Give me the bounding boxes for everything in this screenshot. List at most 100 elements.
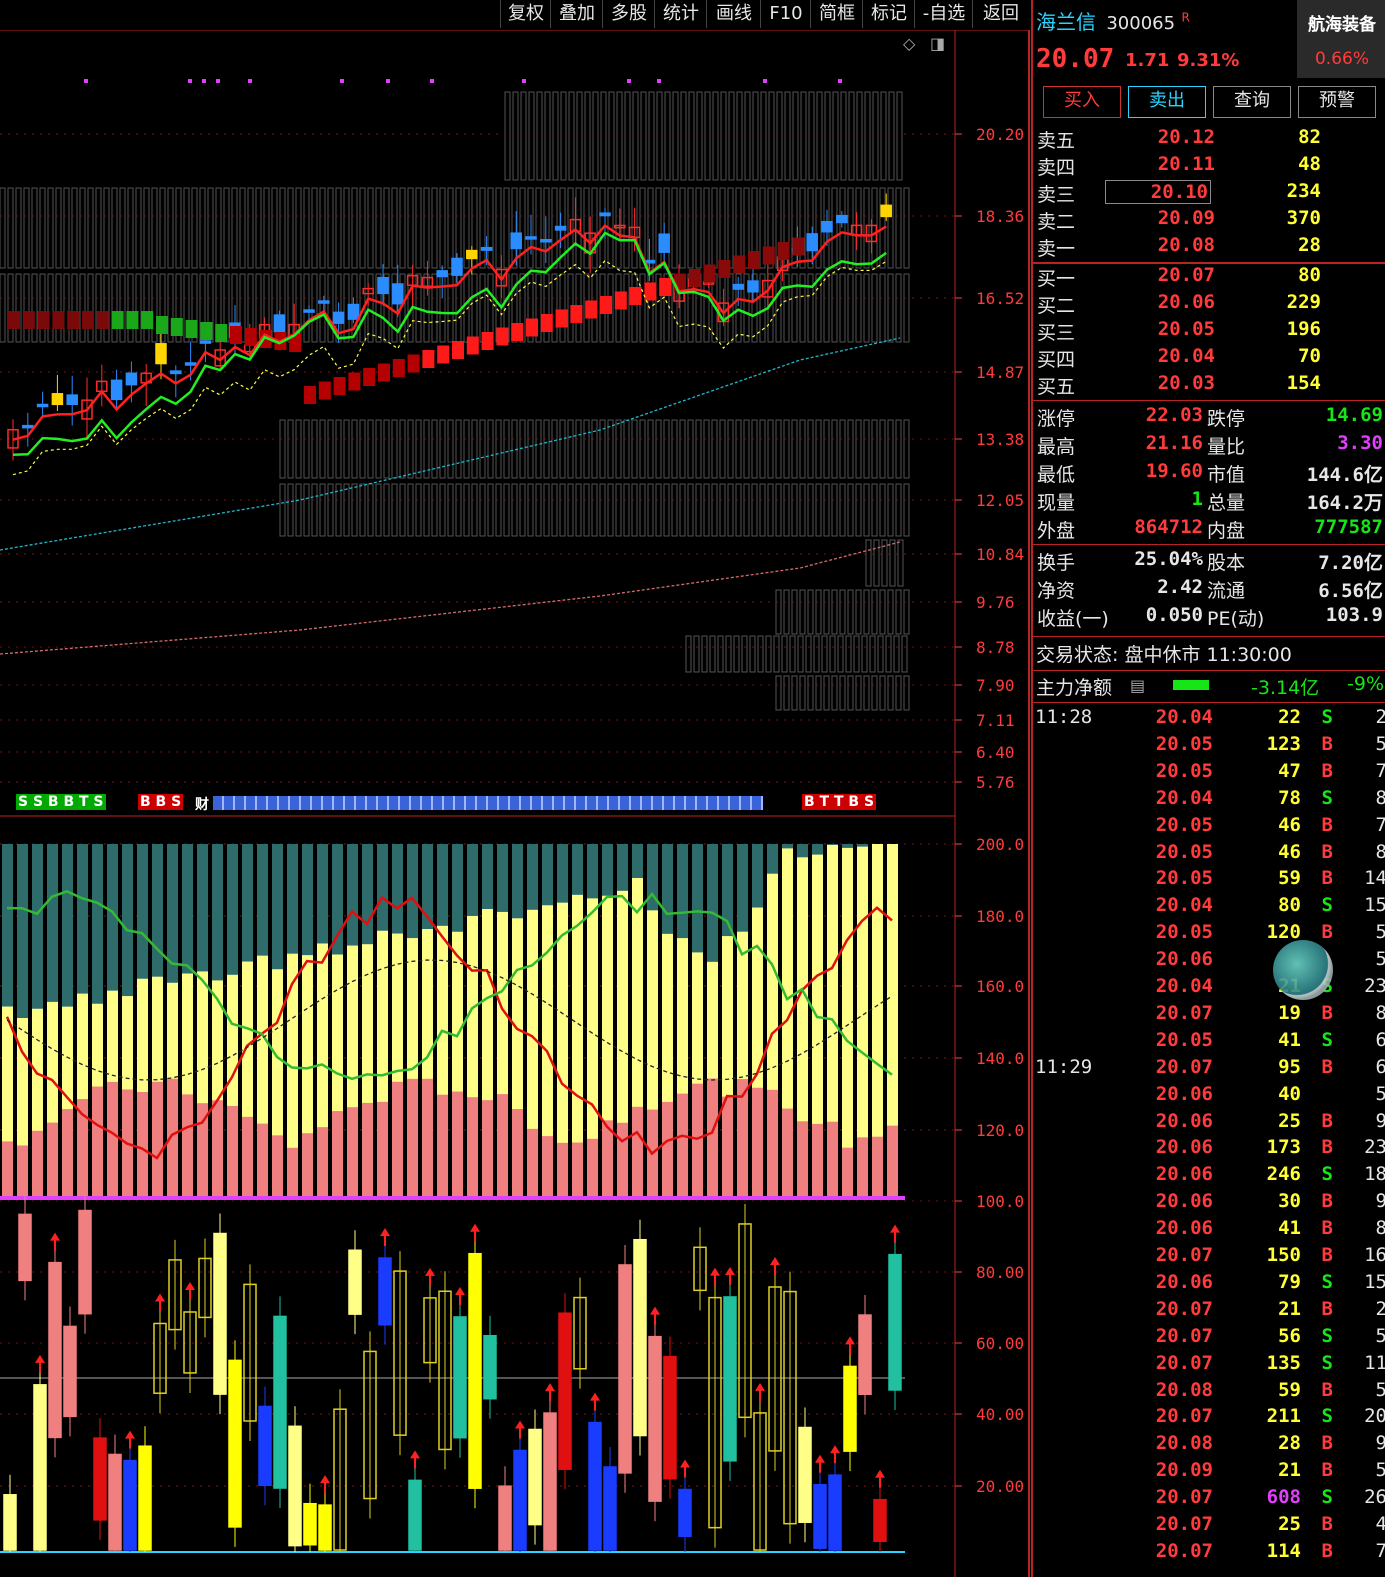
chart-area[interactable]: 20.20 18.36 16.52 14.87 13.38 12.05 10.84 9.76 8… — [0, 30, 1030, 1577]
tick-row[interactable]: 20.08 59 B 5 — [1033, 1379, 1385, 1406]
sub-bar-salmon — [2, 1141, 13, 1196]
ribbon-segment — [733, 255, 746, 274]
tick-row[interactable]: 11:28 20.04 22 S 2 — [1033, 706, 1385, 733]
tick-row[interactable]: 20.05 41 S 6 — [1033, 1029, 1385, 1056]
tick-row[interactable]: 20.07 21 B 2 — [1033, 1298, 1385, 1325]
alert-button[interactable]: 预警 — [1298, 86, 1376, 118]
tick-row[interactable]: 20.06 41 B 8 — [1033, 1217, 1385, 1244]
profile-column — [559, 483, 566, 537]
profile-column — [7, 273, 14, 343]
ask-label: 卖五 — [1037, 130, 1076, 152]
bid-row[interactable]: 买二 20.06 229 — [1033, 291, 1385, 318]
tick-row[interactable]: 20.04 78 S 8 — [1033, 787, 1385, 814]
ribbon-segment — [244, 328, 257, 346]
candle-body — [392, 283, 404, 305]
signal-cai: 财 — [195, 797, 209, 813]
profile-column — [885, 635, 892, 673]
toolbar-button-multi[interactable]: 多股 — [602, 0, 655, 28]
profile-column — [799, 675, 806, 711]
tick-row[interactable]: 20.07 135 S 11 — [1033, 1352, 1385, 1379]
ask-row[interactable]: 卖一 20.08 28 — [1033, 234, 1385, 261]
tick-row[interactable]: 20.06 79 S 15 — [1033, 1271, 1385, 1298]
profile-column — [775, 589, 782, 635]
tick-row[interactable]: 20.05 59 B 14 — [1033, 867, 1385, 894]
tick-row[interactable]: 20.05 46 B 7 — [1033, 814, 1385, 841]
profile-column — [760, 91, 767, 181]
tick-row[interactable]: 20.07 56 S 5 — [1033, 1325, 1385, 1352]
sell-button[interactable]: 卖出 — [1128, 86, 1206, 118]
profile-column — [775, 419, 782, 479]
toolbar-button-watchlist[interactable]: -自选 — [914, 0, 973, 28]
ask-volume: 48 — [1298, 153, 1321, 175]
assistant-bubble-icon[interactable] — [1273, 940, 1333, 1000]
tick-row[interactable]: 20.07 114 B 7 — [1033, 1540, 1385, 1567]
flow-divider-top — [1033, 670, 1385, 671]
bid-row[interactable]: 买四 20.04 70 — [1033, 345, 1385, 372]
ask-row[interactable]: 卖五 20.12 82 — [1033, 126, 1385, 153]
low-body — [558, 1312, 572, 1470]
tick-row[interactable]: 20.0421S23 — [1033, 975, 1385, 1002]
buy-button[interactable]: 买入 — [1043, 86, 1121, 118]
toolbar-button-fuquan[interactable]: 复权 — [500, 0, 551, 28]
tick-row[interactable]: 20.07 25 B 4 — [1033, 1513, 1385, 1540]
profile-column — [703, 419, 710, 479]
stat-label: 最低 — [1037, 464, 1076, 486]
tick-row[interactable]: 20.05 46 B 8 — [1033, 841, 1385, 868]
toolbar-button-f10[interactable]: F10 — [760, 0, 811, 28]
toolbar-button-draw[interactable]: 画线 — [706, 0, 761, 28]
tick-row[interactable]: 20.06 30 B 9 — [1033, 1190, 1385, 1217]
tick-row[interactable]: 20.05 120 B 5 — [1033, 921, 1385, 948]
tick-row[interactable]: 20.04 80 S 15 — [1033, 894, 1385, 921]
bid-row[interactable]: 买五 20.03 154 — [1033, 372, 1385, 399]
tick-row[interactable]: 20.05 123 B 5 — [1033, 733, 1385, 760]
toolbar-button-simple[interactable]: 简框 — [810, 0, 863, 28]
profile-column — [855, 419, 862, 479]
profile-column — [847, 483, 854, 537]
ask-row[interactable]: 卖二 20.09 370 — [1033, 207, 1385, 234]
ribbon-segment — [141, 311, 154, 329]
profile-column — [855, 675, 862, 711]
toolbar-button-overlay[interactable]: 叠加 — [550, 0, 603, 28]
profile-column — [839, 187, 846, 269]
diamond-icon[interactable]: ◇ — [903, 34, 915, 53]
profile-column — [783, 675, 790, 711]
tick-row[interactable]: 20.06 173 B 23 — [1033, 1136, 1385, 1163]
sector-box[interactable]: 航海装备 0.66% — [1297, 0, 1385, 78]
profile-column — [775, 483, 782, 537]
profile-column — [711, 483, 718, 537]
tick-row[interactable]: 20.07 608 S 26 — [1033, 1486, 1385, 1513]
tick-row[interactable]: 20.07 150 B 16 — [1033, 1244, 1385, 1271]
profile-column — [495, 419, 502, 479]
query-button[interactable]: 查询 — [1213, 86, 1291, 118]
profile-column — [23, 187, 30, 269]
profile-column — [903, 419, 910, 479]
tick-row[interactable]: 20.08 28 B 9 — [1033, 1432, 1385, 1459]
tick-row[interactable]: 20.07 211 S 20 — [1033, 1405, 1385, 1432]
bid-row[interactable]: 买三 20.05 196 — [1033, 318, 1385, 345]
sub-bar-salmon — [242, 1116, 253, 1196]
sub-bar-salmon — [497, 1094, 508, 1196]
ribbon-segment — [437, 345, 450, 364]
bid-row[interactable]: 买一 20.07 80 — [1033, 264, 1385, 291]
toolbar-button-mark[interactable]: 标记 — [862, 0, 915, 28]
tick-row[interactable]: 20.07 19 B 8 — [1033, 1002, 1385, 1029]
tick-price: 20.05 — [1155, 813, 1213, 836]
candle-body — [480, 246, 493, 251]
tick-row[interactable]: 20.06 246 S 18 — [1033, 1163, 1385, 1190]
panel-toggle-icon[interactable]: ◨ — [930, 34, 945, 53]
ribbon-segment — [111, 311, 124, 329]
ask-row[interactable]: 卖四 20.11 48 — [1033, 153, 1385, 180]
tick-row[interactable]: 20.09 21 B 5 — [1033, 1459, 1385, 1486]
ribbon-segment — [703, 264, 716, 283]
tick-row[interactable]: 20.05 47 B 7 — [1033, 760, 1385, 787]
tick-row[interactable]: 20.06 25 B 9 — [1033, 1110, 1385, 1137]
sector-name: 航海装备 — [1308, 15, 1376, 35]
list-icon[interactable]: ▤ — [1130, 676, 1145, 695]
ask-row[interactable]: 卖三 20.10 234 — [1033, 180, 1385, 207]
tick-row[interactable]: 20.06 40 5 — [1033, 1083, 1385, 1110]
profile-column — [863, 483, 870, 537]
toolbar-button-stats[interactable]: 统计 — [654, 0, 707, 28]
tick-side: S — [1321, 1405, 1333, 1428]
tick-row[interactable]: 11:29 20.07 95 B 6 — [1033, 1056, 1385, 1083]
toolbar-button-back[interactable]: 返回 — [972, 0, 1029, 28]
